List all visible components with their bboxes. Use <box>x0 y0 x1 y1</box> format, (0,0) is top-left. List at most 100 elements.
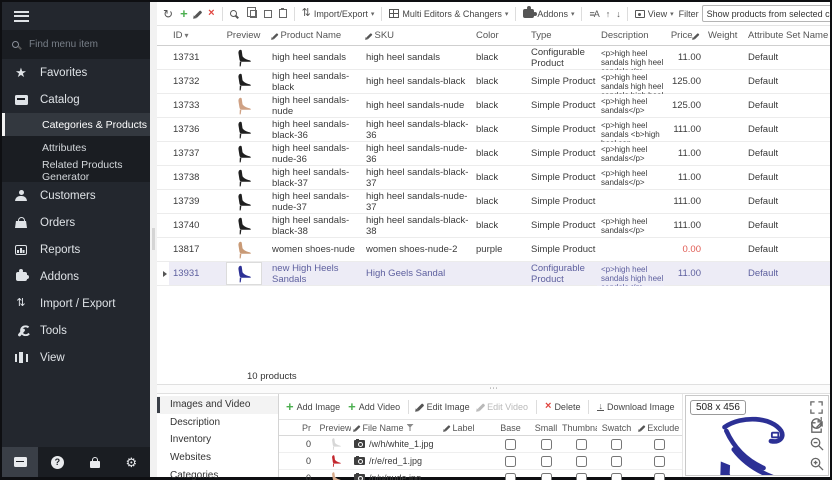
product-thumbnail <box>234 144 254 164</box>
add-product-button[interactable]: + <box>178 5 190 22</box>
pencil-icon <box>444 425 450 431</box>
base-checkbox[interactable] <box>505 473 516 480</box>
column-header-small[interactable]: Small <box>527 423 562 433</box>
sidebar-item-customers[interactable]: Customers <box>2 182 150 209</box>
table-row[interactable]: 13739 high heel sandals-nude-37high heel… <box>157 190 830 214</box>
move-up-button[interactable]: ↑ <box>604 7 612 21</box>
addons-menu[interactable]: Addons ▾ <box>521 7 576 21</box>
sidebar-item-catalog[interactable]: Catalog <box>2 86 150 113</box>
exclude-checkbox[interactable] <box>654 473 665 480</box>
column-header-weight[interactable]: Weight <box>704 26 744 45</box>
copy-button[interactable] <box>245 8 259 20</box>
table-row[interactable]: 13731 high heel sandalshigh heel sandals… <box>157 46 830 70</box>
select-button[interactable] <box>262 8 274 20</box>
hamburger-menu-icon[interactable] <box>14 11 29 22</box>
image-row[interactable]: 0 /w/h/white_1.jpg <box>279 436 682 453</box>
delete-image-button[interactable]: ×Delete <box>543 399 582 414</box>
sidebar-item-reports[interactable]: Reports <box>2 236 150 263</box>
swatch-checkbox[interactable] <box>611 439 622 450</box>
table-row[interactable]: 13740 high heel sandals-black-38high hee… <box>157 214 830 238</box>
delete-product-button[interactable]: × <box>206 6 216 21</box>
column-header-price[interactable]: Price <box>664 26 704 45</box>
column-header-exclude[interactable]: Exclude <box>633 423 682 433</box>
sidebar-item-orders[interactable]: Orders <box>2 209 150 236</box>
search-button[interactable] <box>228 8 242 19</box>
thumbnail-checkbox[interactable] <box>576 439 587 450</box>
category-filter-select[interactable]: Show products from selected categories ▾ <box>702 5 830 22</box>
sidebar-item-favorites[interactable]: ★ Favorites <box>2 59 150 86</box>
swatch-checkbox[interactable] <box>611 473 622 480</box>
tab-websites[interactable]: Websites <box>157 449 278 467</box>
sidebar-item-addons[interactable]: Addons <box>2 263 150 290</box>
table-row[interactable]: 13817 women shoes-nudewomen shoes-nude-2… <box>157 238 830 262</box>
zoom-in-icon[interactable] <box>809 456 824 471</box>
add-image-button[interactable]: +Add Image <box>284 398 342 415</box>
tab-inventory[interactable]: Inventory <box>157 431 278 449</box>
sort-az-button[interactable]: ≡A <box>587 7 600 21</box>
table-row[interactable]: 13738 high heel sandals-black-37high hee… <box>157 166 830 190</box>
multi-editors-menu[interactable]: Multi Editors & Changers ▾ <box>387 7 510 21</box>
small-checkbox[interactable] <box>541 439 552 450</box>
vertical-splitter[interactable] <box>150 2 157 477</box>
paste-button[interactable] <box>277 7 289 20</box>
sidebar-item-view[interactable]: View <box>2 344 150 371</box>
exclude-checkbox[interactable] <box>654 456 665 467</box>
store-button[interactable] <box>2 447 38 477</box>
column-header-file-name[interactable]: File Name <box>351 423 441 433</box>
column-header-product-name[interactable]: Product Name <box>268 26 362 45</box>
table-row[interactable]: 13732 high heel sandals-blackhigh heel s… <box>157 70 830 94</box>
tab-description[interactable]: Description <box>157 414 278 432</box>
column-header-preview[interactable]: Preview <box>215 26 268 45</box>
sidebar-item-categories-products[interactable]: Categories & Products <box>2 113 150 136</box>
edit-product-button[interactable] <box>193 8 204 20</box>
menu-search-input[interactable] <box>29 39 140 50</box>
gear-icon[interactable]: ⚙ <box>125 456 137 469</box>
base-checkbox[interactable] <box>505 439 516 450</box>
thumbnail-checkbox[interactable] <box>576 473 587 480</box>
edit-image-button[interactable]: Edit Image <box>415 400 472 414</box>
column-header-position[interactable]: Pr <box>287 423 317 433</box>
view-menu[interactable]: View ▾ <box>633 7 676 21</box>
lock-icon[interactable] <box>90 461 100 468</box>
refresh-button[interactable]: ↻ <box>161 6 175 22</box>
swatch-checkbox[interactable] <box>611 456 622 467</box>
horizontal-splitter[interactable]: ⋯ <box>157 385 830 394</box>
base-checkbox[interactable] <box>505 456 516 467</box>
column-header-attribute-set[interactable]: Attribute Set Name <box>744 26 830 45</box>
exclude-checkbox[interactable] <box>654 439 665 450</box>
move-down-button[interactable]: ↓ <box>614 7 622 21</box>
column-header-label[interactable]: Label <box>441 423 491 433</box>
tab-images-and-video[interactable]: Images and Video <box>157 396 278 414</box>
column-header-preview[interactable]: Preview <box>317 423 351 433</box>
table-row[interactable]: 13733 high heel sandals-nudehigh heel sa… <box>157 94 830 118</box>
product-thumbnail <box>234 120 254 140</box>
column-header-description[interactable]: Description <box>597 26 664 45</box>
column-header-id[interactable]: ID▾ <box>169 26 215 45</box>
sidebar-item-attributes[interactable]: Attributes <box>2 136 150 159</box>
tab-categories[interactable]: Categories <box>157 466 278 480</box>
column-header-thumbnail[interactable]: Thumbna <box>562 423 597 433</box>
small-checkbox[interactable] <box>541 456 552 467</box>
help-icon[interactable]: ? <box>51 456 64 469</box>
column-header-base[interactable]: Base <box>491 423 527 433</box>
column-header-color[interactable]: Color <box>472 26 527 45</box>
table-row[interactable]: 13737 high heel sandals-nude-36high heel… <box>157 142 830 166</box>
small-checkbox[interactable] <box>541 473 552 480</box>
rotate-icon[interactable] <box>809 416 824 431</box>
image-row[interactable]: 0 /r/e/red_1.jpg <box>279 453 682 470</box>
column-header-sku[interactable]: SKU <box>362 26 472 45</box>
fit-screen-icon[interactable] <box>809 400 824 415</box>
download-image-button[interactable]: ↓Download Image <box>595 400 676 414</box>
add-video-button[interactable]: +Add Video <box>346 398 402 415</box>
table-row-selected[interactable]: 13931 new High Heels SandalsHigh Geels S… <box>157 262 830 286</box>
sidebar-item-tools[interactable]: Tools <box>2 317 150 344</box>
table-row[interactable]: 13736 high heel sandals-black-36high hee… <box>157 118 830 142</box>
thumbnail-checkbox[interactable] <box>576 456 587 467</box>
zoom-out-icon[interactable] <box>809 436 824 451</box>
sidebar-item-import-export[interactable]: ⇅ Import / Export <box>2 290 150 317</box>
image-row[interactable]: 0 /n/u/nude.jpg <box>279 470 682 480</box>
column-header-swatch[interactable]: Swatch <box>597 423 633 433</box>
column-header-type[interactable]: Type <box>527 26 597 45</box>
sidebar-item-related-products-generator[interactable]: Related Products Generator <box>2 159 150 182</box>
import-export-menu[interactable]: ⇅ Import/Export ▾ <box>300 6 377 21</box>
